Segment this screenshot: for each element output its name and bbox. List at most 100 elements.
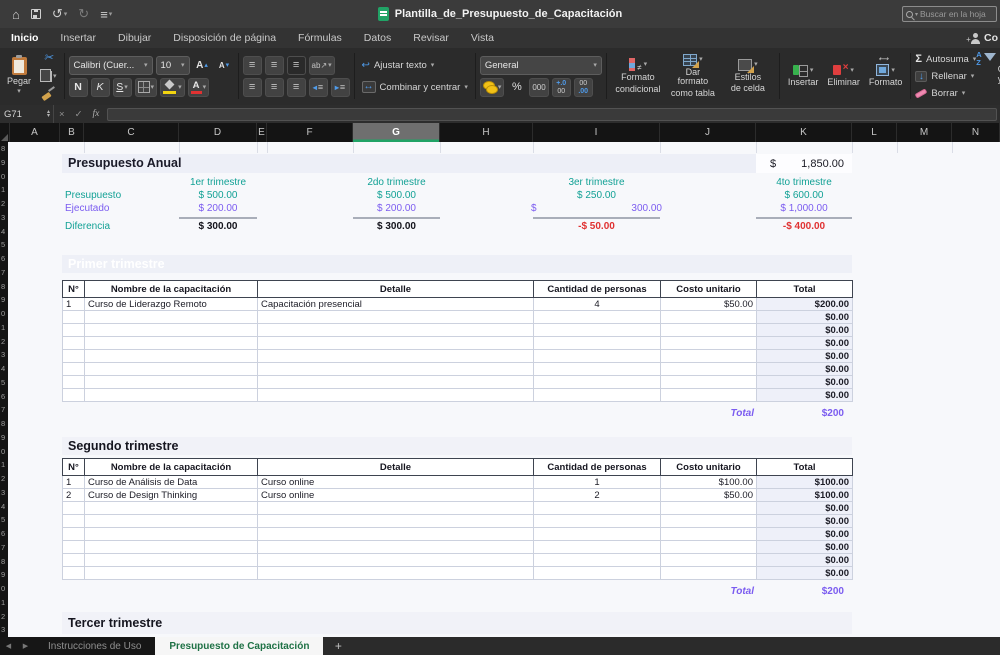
cell[interactable] [258,502,534,515]
row-header[interactable]: 9 [1,570,8,582]
name-box-spinner[interactable]: ▴▾ [47,110,50,118]
section-title-q1[interactable]: Primer trimestre [62,255,852,273]
cell[interactable] [258,337,534,350]
cell[interactable] [258,567,534,580]
formula-input[interactable] [107,108,997,121]
cell[interactable] [63,350,85,363]
tab-fórmulas[interactable]: Fórmulas [287,28,353,48]
quarter-presupuesto-3[interactable]: $ 250.00 [523,190,670,201]
cell[interactable] [661,502,757,515]
cell[interactable] [534,337,661,350]
tab-inicio[interactable]: Inicio [0,28,49,48]
format-cells-button[interactable]: ▾ Formato [865,51,907,101]
cell[interactable]: $50.00 [661,298,757,311]
paste-button[interactable]: Pegar ▾ [3,51,35,101]
section-title-q3[interactable]: Tercer trimestre [62,612,852,634]
bold-button[interactable]: N [69,78,88,97]
sheet-nav-left-icon[interactable]: ◀ [0,637,17,655]
cell[interactable]: Curso de Design Thinking [85,489,258,502]
cell[interactable] [258,528,534,541]
cell[interactable]: $0.00 [757,502,853,515]
q2-total-value[interactable]: $200 [756,586,848,597]
row-header[interactable]: 3 [1,488,8,500]
cell[interactable]: $0.00 [757,350,853,363]
quarter-diferencia-2[interactable]: $ 300.00 [343,221,450,232]
tab-insertar[interactable]: Insertar [49,28,107,48]
cell[interactable]: $0.00 [757,515,853,528]
cell[interactable] [534,541,661,554]
q2-total-label[interactable]: Total [620,586,754,597]
row-header[interactable]: 9 [1,158,8,170]
cell[interactable] [85,350,258,363]
tab-vista[interactable]: Vista [460,28,505,48]
share-button[interactable]: Compartir [984,32,998,44]
column-header-cell[interactable]: Detalle [258,281,534,298]
row-header[interactable]: 4 [1,227,8,239]
column-header-m[interactable]: M [897,123,952,142]
column-header-k[interactable]: K [756,123,852,142]
borders-button[interactable]: ▾ [135,78,158,97]
row-header[interactable]: 5 [1,378,8,390]
fill-color-button[interactable]: ▾ [160,78,185,97]
align-center-button[interactable]: ≡ [265,78,284,97]
tab-datos[interactable]: Datos [353,28,402,48]
quarter-label-4[interactable]: 4to trimestre [746,177,862,188]
cell[interactable] [63,324,85,337]
cell[interactable] [661,363,757,376]
select-all-corner[interactable] [0,123,10,142]
percent-format-button[interactable]: % [507,78,526,97]
quarter-presupuesto-1[interactable]: $ 500.00 [169,190,267,201]
column-header-cell[interactable]: Nombre de la capacitación [85,459,258,476]
cell[interactable] [258,324,534,337]
cell[interactable] [63,515,85,528]
row-header[interactable]: 7 [1,405,8,417]
font-name-select[interactable]: Calibri (Cuer...▾ [69,56,153,75]
number-format-select[interactable]: General▾ [480,56,602,75]
cell[interactable] [661,350,757,363]
quarter-label-3[interactable]: 3er trimestre [523,177,670,188]
column-header-i[interactable]: I [533,123,660,142]
cell[interactable] [85,311,258,324]
cell[interactable]: $0.00 [757,567,853,580]
text-orientation-button[interactable]: ab↗▾ [309,56,335,75]
wrap-text-button[interactable]: ↩ Ajustar texto▾ [359,56,471,75]
align-top-button[interactable]: ≡ [243,56,262,75]
underline-button[interactable]: S▾ [113,78,132,97]
align-left-button[interactable]: ≡ [243,78,262,97]
q1-total-value[interactable]: $200 [756,408,848,419]
cell[interactable] [534,376,661,389]
row-header[interactable]: 3 [1,213,8,225]
tab-disposición-de-página[interactable]: Disposición de página [162,28,287,48]
cell[interactable] [661,554,757,567]
quick-access-menu-icon[interactable]: ≡▾ [100,7,112,22]
format-as-table-button[interactable]: ▾ Dar formatocomo tabla [666,51,720,101]
cell[interactable]: 4 [534,298,661,311]
annual-total-cell[interactable]: $1,850.00 [756,154,852,173]
cell[interactable] [85,389,258,402]
column-header-a[interactable]: A [10,123,60,142]
cell[interactable] [661,324,757,337]
cell[interactable] [85,541,258,554]
cell[interactable] [534,502,661,515]
cell[interactable] [258,515,534,528]
cell[interactable] [63,376,85,389]
cell[interactable]: Curso de Análisis de Data [85,476,258,489]
increase-indent-button[interactable]: ▸≡ [331,78,350,97]
quarter-presupuesto-4[interactable]: $ 600.00 [746,190,862,201]
column-header-cell[interactable]: N° [63,281,85,298]
cell[interactable]: $0.00 [757,337,853,350]
copy-button[interactable]: ▾ [37,69,60,84]
column-header-j[interactable]: J [660,123,756,142]
fill-button[interactable]: ↓Rellenar▾ [915,68,976,84]
row-header[interactable]: 7 [1,543,8,555]
cell[interactable]: 1 [63,298,85,311]
name-box[interactable]: G71 ▴▾ [0,105,54,123]
cell[interactable] [534,554,661,567]
summary-label-ejecutado[interactable]: Ejecutado [65,203,175,214]
cell[interactable] [85,554,258,567]
autosum-button[interactable]: ΣAutosuma▾ [915,51,976,67]
cell[interactable]: $100.00 [661,476,757,489]
cell[interactable] [258,376,534,389]
cell[interactable] [534,324,661,337]
cell[interactable]: $200.00 [757,298,853,311]
